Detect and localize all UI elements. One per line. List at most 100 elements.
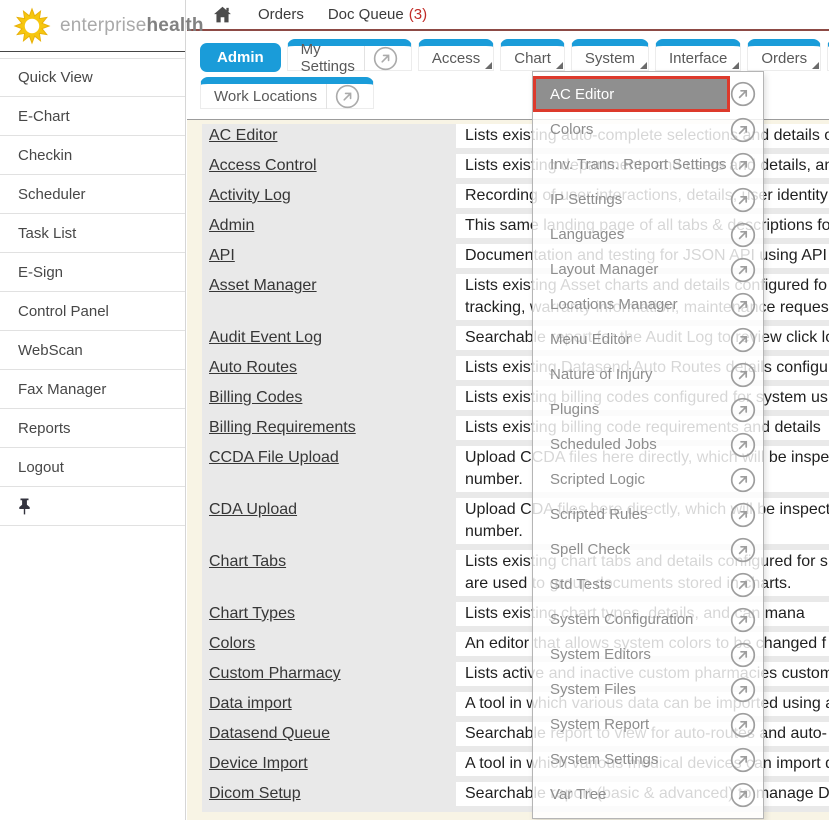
link-cell: Chart Tabs (202, 550, 456, 602)
nav-orders[interactable]: Orders (258, 6, 304, 23)
open-in-new-icon[interactable] (730, 642, 756, 668)
system-menu-item-plugins[interactable]: Plugins (533, 392, 763, 427)
system-menu-item-spell-check[interactable]: Spell Check (533, 532, 763, 567)
tab-admin[interactable]: Admin (200, 43, 281, 72)
open-in-new-icon[interactable] (730, 677, 756, 703)
link-cell: Billing Codes (202, 386, 456, 416)
menu-item-label: Plugins (550, 401, 599, 418)
system-menu-item-scripted-logic[interactable]: Scripted Logic (533, 462, 763, 497)
system-menu-item-var-tree[interactable]: Var Tree (533, 777, 763, 812)
system-menu-item-system-report[interactable]: System Report (533, 707, 763, 742)
open-in-new-icon[interactable] (730, 362, 756, 388)
system-menu-item-colors[interactable]: Colors (533, 112, 763, 147)
system-menu-item-system-files[interactable]: System Files (533, 672, 763, 707)
admin-link-dicom-setup[interactable]: Dicom Setup (209, 785, 301, 803)
admin-link-device-import[interactable]: Device Import (209, 755, 308, 773)
tab-label: Interface (669, 50, 727, 67)
admin-link-access-control[interactable]: Access Control (209, 157, 317, 175)
open-in-new-icon[interactable] (730, 187, 756, 213)
admin-link-colors[interactable]: Colors (209, 635, 255, 653)
sidebar-item-task-list[interactable]: Task List (0, 214, 185, 253)
admin-link-data-import[interactable]: Data import (209, 695, 292, 713)
tab-my-settings[interactable]: My Settings (287, 39, 412, 71)
menu-item-label: Scripted Logic (550, 471, 645, 488)
admin-link-activity-log[interactable]: Activity Log (209, 187, 291, 205)
open-in-new-icon[interactable] (730, 467, 756, 493)
open-in-new-icon[interactable] (730, 782, 756, 808)
tab-access[interactable]: Access (418, 39, 494, 71)
admin-link-billing-codes[interactable]: Billing Codes (209, 389, 302, 407)
tab-label: System (585, 50, 635, 67)
sidebar-item-e-sign[interactable]: E-Sign (0, 253, 185, 292)
sidebar-item-webscan[interactable]: WebScan (0, 331, 185, 370)
tab-chart[interactable]: Chart (500, 39, 565, 71)
system-menu-item-system-editors[interactable]: System Editors (533, 637, 763, 672)
admin-link-audit-event-log[interactable]: Audit Event Log (209, 329, 322, 347)
tab-work-locations[interactable]: Work Locations (200, 77, 374, 109)
sidebar-item-fax-manager[interactable]: Fax Manager (0, 370, 185, 409)
open-in-new-icon[interactable] (730, 222, 756, 248)
open-in-new-icon[interactable] (730, 747, 756, 773)
tab-orders[interactable]: Orders (747, 39, 821, 71)
admin-link-chart-types[interactable]: Chart Types (209, 605, 295, 623)
open-in-new-icon[interactable] (730, 257, 756, 283)
system-menu-item-languages[interactable]: Languages (533, 217, 763, 252)
open-in-new-icon[interactable] (730, 432, 756, 458)
tab-interface[interactable]: Interface (655, 39, 741, 71)
sidebar-item-control-panel[interactable]: Control Panel (0, 292, 185, 331)
tab-label: Orders (761, 50, 807, 67)
admin-link-asset-manager[interactable]: Asset Manager (209, 277, 317, 295)
home-icon[interactable] (211, 4, 234, 26)
system-dropdown-menu: AC EditorColorsInv. Trans. Report Settin… (532, 71, 764, 819)
admin-link-billing-requirements[interactable]: Billing Requirements (209, 419, 356, 437)
open-in-new-icon[interactable] (730, 152, 756, 178)
system-menu-item-ip-settings[interactable]: IP Settings (533, 182, 763, 217)
sidebar-item-checkin[interactable]: Checkin (0, 136, 185, 175)
sidebar-item-scheduler[interactable]: Scheduler (0, 175, 185, 214)
admin-link-datasend-queue[interactable]: Datasend Queue (209, 725, 330, 743)
system-menu-item-std-tests[interactable]: Std Tests (533, 567, 763, 602)
open-in-new-icon[interactable] (730, 712, 756, 738)
system-menu-item-layout-manager[interactable]: Layout Manager (533, 252, 763, 287)
system-menu-item-scheduled-jobs[interactable]: Scheduled Jobs (533, 427, 763, 462)
sidebar-item-logout[interactable]: Logout (0, 448, 185, 487)
admin-link-cda-upload[interactable]: CDA Upload (209, 501, 297, 519)
open-in-new-icon[interactable] (730, 502, 756, 528)
tab-system[interactable]: System (571, 39, 649, 71)
open-in-new-icon[interactable] (730, 327, 756, 353)
open-in-new-icon[interactable] (364, 46, 398, 71)
admin-link-chart-tabs[interactable]: Chart Tabs (209, 553, 286, 571)
system-menu-item-inv-trans-report-settings[interactable]: Inv. Trans. Report Settings (533, 147, 763, 182)
open-in-new-icon[interactable] (730, 572, 756, 598)
system-menu-item-locations-manager[interactable]: Locations Manager (533, 287, 763, 322)
pushpin-icon[interactable] (17, 498, 32, 515)
system-menu-item-ac-editor[interactable]: AC Editor (533, 76, 763, 112)
admin-link-api[interactable]: API (209, 247, 235, 265)
menu-arrow-notch (556, 62, 563, 69)
system-menu-item-nature-of-injury[interactable]: Nature of Injury (533, 357, 763, 392)
open-in-new-icon[interactable] (730, 81, 756, 107)
admin-link-ac-editor[interactable]: AC Editor (209, 127, 277, 145)
admin-link-admin[interactable]: Admin (209, 217, 254, 235)
menu-item-label: System Report (550, 716, 649, 733)
open-in-new-icon[interactable] (730, 537, 756, 563)
sidebar-item-reports[interactable]: Reports (0, 409, 185, 448)
menu-item-label: System Files (550, 681, 636, 698)
link-cell: Device Import (202, 752, 456, 782)
admin-link-ccda-file-upload[interactable]: CCDA File Upload (209, 449, 339, 467)
link-cell: Billing Requirements (202, 416, 456, 446)
system-menu-item-system-configuration[interactable]: System Configuration (533, 602, 763, 637)
system-menu-item-menu-editor[interactable]: Menu Editor (533, 322, 763, 357)
open-in-new-icon[interactable] (326, 84, 360, 109)
sidebar-item-e-chart[interactable]: E-Chart (0, 97, 185, 136)
open-in-new-icon[interactable] (730, 607, 756, 633)
open-in-new-icon[interactable] (730, 117, 756, 143)
admin-link-auto-routes[interactable]: Auto Routes (209, 359, 297, 377)
nav-doc-queue[interactable]: Doc Queue (3) (328, 6, 427, 23)
open-in-new-icon[interactable] (730, 397, 756, 423)
open-in-new-icon[interactable] (730, 292, 756, 318)
system-menu-item-scripted-rules[interactable]: Scripted Rules (533, 497, 763, 532)
system-menu-item-system-settings[interactable]: System Settings (533, 742, 763, 777)
sidebar-item-quick-view[interactable]: Quick View (0, 58, 185, 97)
admin-link-custom-pharmacy[interactable]: Custom Pharmacy (209, 665, 341, 683)
